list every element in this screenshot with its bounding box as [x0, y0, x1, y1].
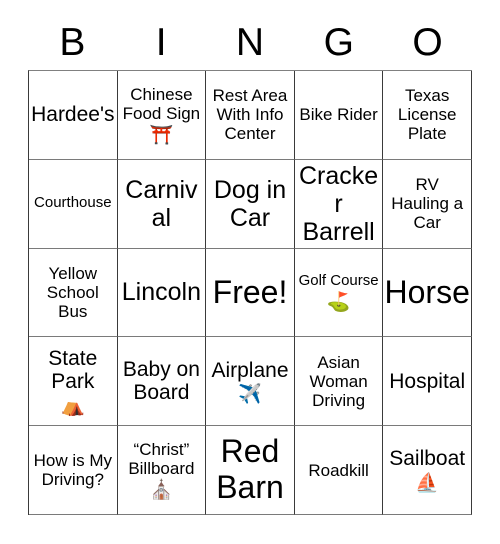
bingo-header: B I N G O	[28, 14, 472, 70]
bingo-cell-g1[interactable]: Bike Rider	[294, 71, 384, 160]
bingo-cell-label: Asian Woman Driving	[309, 352, 368, 410]
bingo-cell-b5[interactable]: How is My Driving?	[29, 426, 118, 515]
golf-flag-emoji: ⛳	[326, 291, 351, 313]
bingo-cell-g4[interactable]: Asian Woman Driving	[294, 337, 384, 427]
bingo-cell-o3[interactable]: Horse	[383, 248, 472, 338]
header-letter-n: N	[235, 20, 265, 64]
airplane-emoji: ✈️	[238, 384, 262, 406]
bingo-cell-i5[interactable]: “Christ” Billboard ⛪	[117, 426, 207, 515]
bingo-cell-label: Carnival	[125, 175, 198, 232]
torii-gate-emoji: ⛩️	[149, 124, 174, 146]
bingo-cell-n4[interactable]: Airplane ✈️	[206, 337, 295, 427]
bingo-cell-label: State Park	[48, 346, 98, 394]
bingo-cell-label: Rest Area With Info Center	[212, 86, 288, 144]
bingo-cell-n2[interactable]: Dog in Car	[206, 159, 295, 249]
bingo-cell-free-space[interactable]: Free!	[206, 248, 295, 338]
sailboat-emoji: ⛵	[415, 472, 440, 494]
bingo-cell-label: Red Barn	[216, 433, 284, 506]
bingo-cell-i4[interactable]: Baby on Board	[117, 337, 207, 427]
bingo-cell-label: Bike Rider	[299, 105, 378, 125]
bingo-cell-label: Cracker Barrell	[299, 161, 379, 246]
bingo-cell-label: “Christ” Billboard	[128, 440, 195, 479]
bingo-cell-label: Sailboat	[389, 447, 466, 471]
header-letter-b: B	[59, 20, 86, 64]
bingo-cell-n1[interactable]: Rest Area With Info Center	[206, 71, 295, 160]
bingo-cell-n5[interactable]: Red Barn	[206, 426, 295, 515]
header-letter-i: I	[155, 20, 167, 64]
bingo-cell-g3[interactable]: Golf Course ⛳	[294, 248, 384, 338]
bingo-cell-label: Airplane	[211, 358, 289, 382]
bingo-cell-g5[interactable]: Roadkill	[294, 426, 384, 515]
bingo-cell-b1[interactable]: Hardee's	[29, 71, 118, 160]
bingo-cell-g2[interactable]: Cracker Barrell	[294, 159, 384, 249]
bingo-cell-i1[interactable]: Chinese Food Sign ⛩️	[117, 71, 207, 160]
bingo-cell-label: Lincoln	[121, 278, 201, 307]
bingo-cell-b2[interactable]: Courthouse	[29, 159, 118, 249]
bingo-cell-label: Baby on Board	[122, 357, 200, 405]
header-letter-o: O	[412, 20, 443, 64]
bingo-cell-label: Golf Course	[298, 272, 379, 290]
bingo-cell-label: Hospital	[389, 369, 466, 393]
header-letter-g: G	[323, 20, 354, 64]
bingo-card: B I N G O Hardee's Chinese Food Sign ⛩️ …	[0, 0, 500, 544]
bingo-cell-label: Hardee's	[31, 103, 115, 127]
bingo-cell-label: Texas License Plate	[397, 86, 457, 144]
bingo-cell-o2[interactable]: RV Hauling a Car	[383, 159, 472, 249]
bingo-cell-i2[interactable]: Carnival	[117, 159, 207, 249]
bingo-cell-i3[interactable]: Lincoln	[117, 248, 207, 338]
bingo-cell-b3[interactable]: Yellow School Bus	[29, 248, 118, 338]
bingo-cell-b4[interactable]: State Park ⛺	[29, 337, 118, 427]
bingo-cell-label: Courthouse	[34, 194, 112, 212]
bingo-cell-label: How is My Driving?	[33, 451, 112, 490]
bingo-cell-label: Horse	[384, 273, 470, 310]
tent-emoji: ⛺	[60, 395, 85, 417]
bingo-cell-label: Chinese Food Sign	[122, 84, 201, 123]
bingo-cell-label: Dog in Car	[213, 175, 287, 232]
bingo-cell-o1[interactable]: Texas License Plate	[383, 71, 472, 160]
bingo-cell-label: RV Hauling a Car	[391, 175, 464, 233]
bingo-cell-label: Free!	[212, 273, 288, 310]
bingo-cell-o4[interactable]: Hospital	[383, 337, 472, 427]
bingo-cell-label: Roadkill	[308, 460, 369, 480]
church-emoji: ⛪	[149, 480, 174, 502]
bingo-cell-label: Yellow School Bus	[46, 263, 99, 321]
bingo-grid: Hardee's Chinese Food Sign ⛩️ Rest Area …	[28, 70, 472, 515]
bingo-cell-o5[interactable]: Sailboat ⛵	[383, 426, 472, 515]
